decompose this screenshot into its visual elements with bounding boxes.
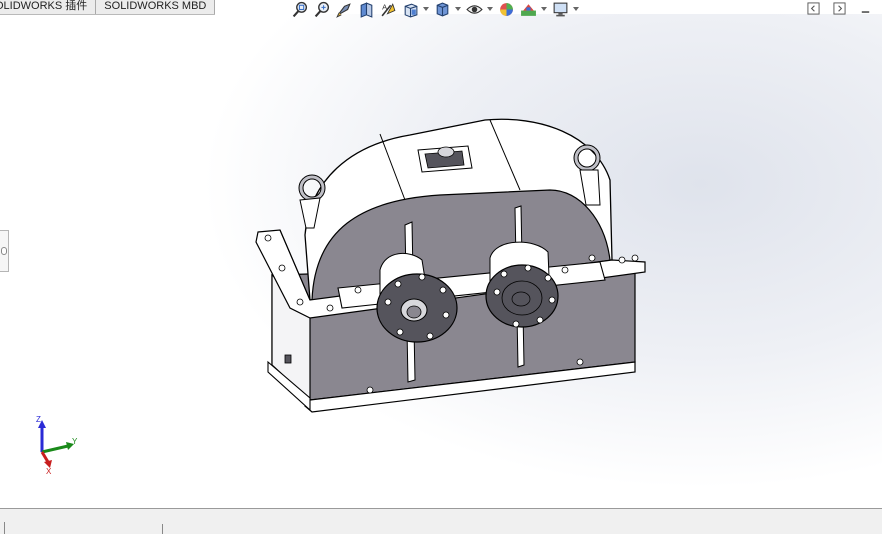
minimize-icon[interactable] (858, 1, 872, 15)
display-style-dropdown[interactable] (454, 0, 462, 18)
svg-text:A: A (382, 2, 387, 11)
tile-right-icon[interactable] (832, 1, 846, 15)
gearbox-3d-model[interactable] (250, 110, 650, 420)
apply-scene-icon[interactable] (518, 0, 538, 18)
view-settings-dropdown[interactable] (572, 0, 580, 18)
heads-up-view-toolbar: A (290, 0, 580, 18)
viewport-window-controls (806, 1, 872, 15)
status-bar (0, 508, 882, 534)
output-shaft-cap (485, 264, 559, 328)
input-shaft-cap (376, 273, 458, 343)
drain-plug (284, 354, 292, 364)
triad-y-axis (41, 444, 69, 454)
display-style-icon[interactable] (432, 0, 452, 18)
view-orientation-icon[interactable] (400, 0, 420, 18)
previous-view-icon[interactable] (334, 0, 354, 18)
zoom-to-area-icon[interactable] (312, 0, 332, 18)
triad-label-x: X (46, 467, 52, 474)
hide-show-items-icon[interactable] (464, 0, 484, 18)
apply-scene-dropdown[interactable] (540, 0, 548, 18)
inspection-cover (417, 145, 473, 173)
view-settings-icon[interactable] (550, 0, 570, 18)
view-orientation-dropdown[interactable] (422, 0, 430, 18)
command-manager-tabs: OLIDWORKS 插件 SOLIDWORKS MBD (0, 0, 216, 15)
zoom-to-fit-icon[interactable] (290, 0, 310, 18)
section-view-icon[interactable] (356, 0, 376, 18)
hide-show-dropdown[interactable] (486, 0, 494, 18)
tile-left-icon[interactable] (806, 1, 820, 15)
tab-solidworks-mbd[interactable]: SOLIDWORKS MBD (96, 0, 216, 14)
triad-x-axis (40, 451, 50, 463)
triad-label-z: Z (36, 415, 41, 424)
tab-solidworks-addins[interactable]: OLIDWORKS 插件 (0, 0, 97, 14)
feature-manager-collapse-handle[interactable] (0, 230, 9, 272)
reference-triad: Z Y X (36, 415, 78, 474)
triad-label-y: Y (72, 437, 78, 446)
dynamic-annotation-views-icon[interactable]: A (378, 0, 398, 18)
edit-appearance-icon[interactable] (496, 0, 516, 18)
